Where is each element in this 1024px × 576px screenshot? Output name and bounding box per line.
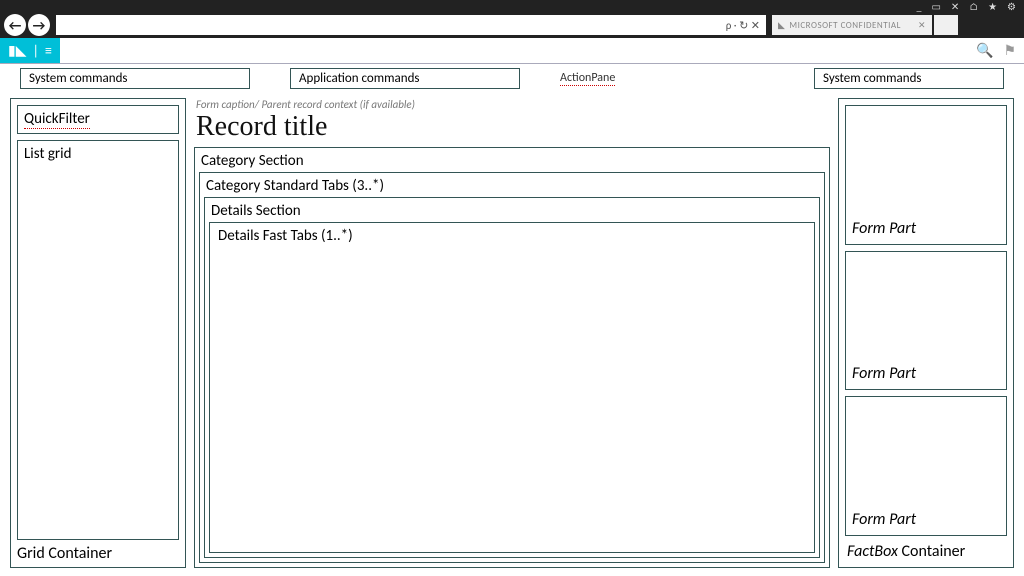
window-chrome: _ ▭ ✕ ⌂ ★ ⚙ [0,0,1024,12]
quickfilter-label: QuickFilter [24,110,90,129]
home-icon[interactable]: ⌂ [969,0,978,13]
address-controls: ρ · ↻ ✕ [726,19,760,32]
minimize-icon[interactable]: _ [916,0,921,13]
close-icon[interactable]: ✕ [951,0,959,13]
new-tab-stub[interactable] [934,15,958,35]
address-bar[interactable]: ρ · ↻ ✕ [56,15,766,35]
tab-label: MICROSOFT CONFIDENTIAL [789,20,900,31]
ribbon-search[interactable]: 🔍 ⚑ [804,38,1024,63]
category-tabs-label: Category Standard Tabs (3..*) [204,175,820,197]
gear-icon[interactable]: ⚙ [1007,0,1016,13]
flag-icon[interactable]: ⚑ [1003,42,1016,59]
details-section-label: Details Section [209,200,815,222]
tab-logo-icon: ◣ [778,20,785,31]
brand-menu-icon[interactable]: ≡ [45,42,52,59]
star-icon[interactable]: ★ [988,0,997,13]
factbox-container: Form Part Form Part Form Part FactBox Co… [838,98,1014,568]
app-ribbon: ▮◣ | ≡ 🔍 ⚑ [0,38,1024,64]
action-pane: System commands Application commands Act… [0,64,1024,92]
maximize-icon[interactable]: ▭ [931,0,940,13]
category-section-label: Category Section [199,150,825,172]
actionpane-title: ActionPane [560,71,615,86]
back-button[interactable]: ← [4,14,26,36]
main-canvas: QuickFilter List grid Grid Container For… [0,92,1024,576]
form-caption: Form caption/ Parent record context (if … [194,98,830,111]
list-grid[interactable]: List grid [17,140,179,540]
search-icon[interactable]: 🔍 [976,42,993,59]
tab-close-icon[interactable]: ✕ [918,20,926,31]
forward-button[interactable]: → [28,14,50,36]
browser-tab[interactable]: ◣ MICROSOFT CONFIDENTIAL ✕ [772,15,932,35]
browser-bar: ← → ρ · ↻ ✕ ◣ MICROSOFT CONFIDENTIAL ✕ [0,12,1024,38]
details-column: Form caption/ Parent record context (if … [194,98,830,568]
form-part-3[interactable]: Form Part [845,396,1007,536]
application-commands[interactable]: Application commands [290,68,520,89]
factbox-container-label: FactBox Container [845,542,1007,561]
grid-container-label: Grid Container [11,540,185,567]
category-section: Category Section Category Standard Tabs … [194,147,830,568]
details-section: Details Section Details Fast Tabs (1..*) [204,197,820,558]
brand-logo-icon: ▮◣ [8,42,26,59]
record-title: Record title [194,111,830,147]
grid-container: QuickFilter List grid Grid Container [10,98,186,568]
brand-divider: | [33,42,39,59]
brand-tile[interactable]: ▮◣ | ≡ [0,38,60,63]
form-part-2[interactable]: Form Part [845,251,1007,391]
fast-tabs-label: Details Fast Tabs (1..*) [218,227,353,245]
form-part-1[interactable]: Form Part [845,105,1007,245]
list-grid-label: List grid [24,145,71,163]
system-commands-right[interactable]: System commands [814,68,1004,89]
category-standard-tabs[interactable]: Category Standard Tabs (3..*) Details Se… [199,172,825,563]
quickfilter[interactable]: QuickFilter [17,105,179,134]
system-commands-left[interactable]: System commands [20,68,250,89]
details-fast-tabs[interactable]: Details Fast Tabs (1..*) [209,222,815,553]
